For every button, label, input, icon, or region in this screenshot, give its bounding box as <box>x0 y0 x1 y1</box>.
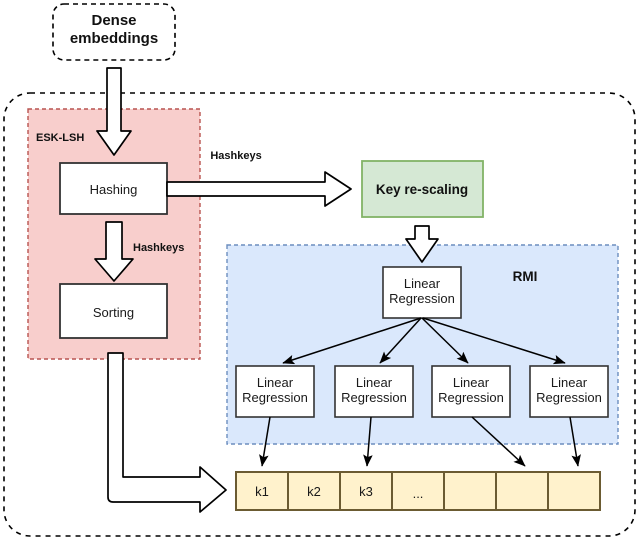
hashing-node-label: Hashing <box>90 182 138 197</box>
key-array-cell[interactable] <box>495 471 549 511</box>
rmi-leaf-3-label-line1: Linear <box>453 375 490 390</box>
rmi-leaf-4-label-line1: Linear <box>551 375 588 390</box>
rmi-root-label-line2: Regression <box>389 291 455 306</box>
hashkeys-label-to-rescaling: Hashkeys <box>210 150 261 162</box>
rmi-leaf-1-label-line1: Linear <box>257 375 294 390</box>
key-rescaling-node-label: Key re-scaling <box>376 182 468 197</box>
rmi-leaf-3-label-line2: Regression <box>438 390 504 405</box>
key-array-cell[interactable] <box>547 471 601 511</box>
key-array-cell-label: k2 <box>307 484 321 499</box>
dense-embeddings-label-line1: Dense <box>91 12 136 29</box>
rmi-leaf-4-label-line2: Regression <box>536 390 602 405</box>
key-array-cell-label: k3 <box>359 484 373 499</box>
esk-lsh-group-label: ESK-LSH <box>36 132 84 144</box>
hashkeys-label-to-sorting: Hashkeys <box>133 242 184 254</box>
key-array: k1 k2 k3 ... <box>235 471 601 511</box>
arrow-sorting-to-key-array <box>107 352 227 513</box>
dense-embeddings-label-line2: embeddings <box>70 30 158 47</box>
rmi-leaf-1-label-line2: Regression <box>242 390 308 405</box>
rmi-leaf-2-label-line1: Linear <box>356 375 393 390</box>
rmi-group-label: RMI <box>513 269 538 284</box>
rmi-root-label-line1: Linear <box>404 276 441 291</box>
diagram-canvas: ESK-LSH RMI Dense embeddings Hashing Has… <box>0 0 640 544</box>
key-array-cell[interactable] <box>443 471 497 511</box>
pipeline-diagram: ESK-LSH RMI Dense embeddings Hashing Has… <box>3 3 636 537</box>
sorting-node-label: Sorting <box>93 305 134 320</box>
key-array-cell-label: ... <box>413 486 424 501</box>
rmi-leaf-2-label-line2: Regression <box>341 390 407 405</box>
key-array-cell-label: k1 <box>255 484 269 499</box>
